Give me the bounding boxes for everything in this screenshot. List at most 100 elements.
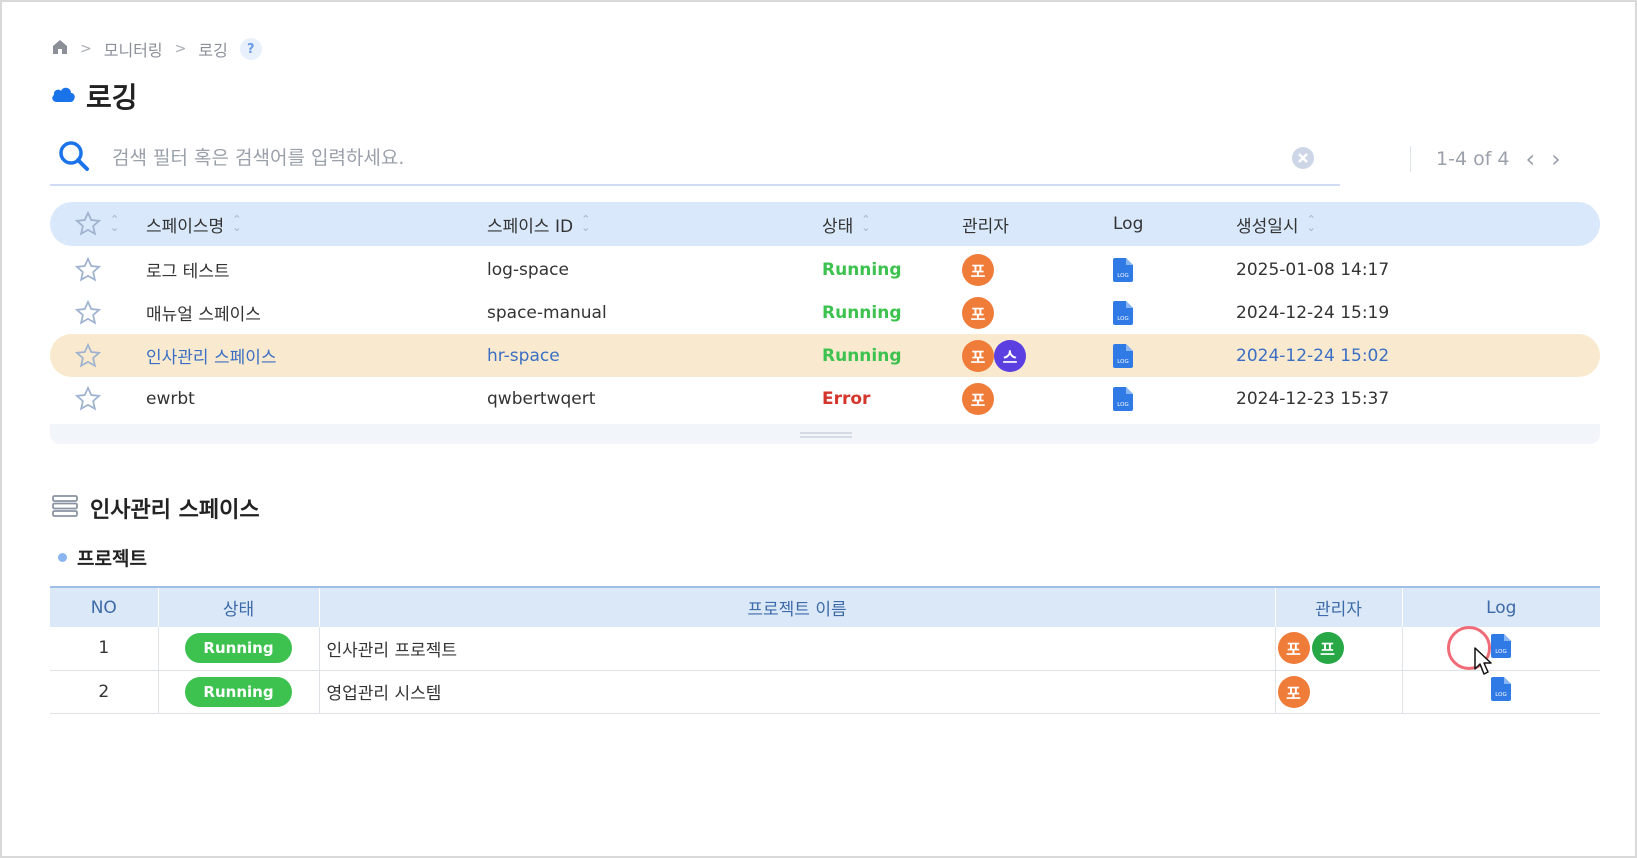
status-badge: Running <box>185 633 292 664</box>
header-admin: 관리자 <box>1275 586 1403 627</box>
space-id: space-manual <box>487 302 607 323</box>
sort-icon[interactable]: ⌃ ⌄ <box>861 214 870 233</box>
space-status: Error <box>822 388 871 409</box>
space-id: hr-space <box>487 345 560 366</box>
space-name[interactable]: ewrbt <box>146 377 195 420</box>
created-at: 2024-12-23 15:37 <box>1236 388 1390 409</box>
space-table: ⌃ ⌄ 스페이스명 ⌃ ⌄ 스페이스 ID ⌃ ⌄ 상태 ⌃ ⌄ 관리자 Log 생성일… <box>50 202 1600 444</box>
svg-text:LOG: LOG <box>1117 316 1128 322</box>
prev-page-button[interactable]: ‹ <box>1526 145 1536 173</box>
header-no: NO <box>50 586 159 627</box>
avatar[interactable]: 프 <box>1311 632 1344 665</box>
sort-icon[interactable]: ⌃ ⌄ <box>1307 214 1316 233</box>
svg-text:LOG: LOG <box>1496 649 1507 655</box>
avatar[interactable]: 포 <box>962 339 994 372</box>
table-row[interactable]: 2 Running 영업관리 시스템 포 LOG <box>50 670 1600 714</box>
table-row[interactable]: ewrbt qwbertwqert Error 포 LOG 2024-12-23… <box>50 377 1600 420</box>
project-name[interactable]: 인사관리 프로젝트 <box>319 627 1276 671</box>
header-project-name: 프로젝트 이름 <box>319 586 1276 627</box>
log-cell: LOG <box>1402 626 1600 675</box>
log-file-icon[interactable]: LOG <box>1113 377 1133 420</box>
svg-text:LOG: LOG <box>1117 273 1128 279</box>
star-icon[interactable] <box>74 334 102 377</box>
column-header-status[interactable]: 상태 ⌃ ⌄ <box>822 202 871 246</box>
next-page-button[interactable]: › <box>1551 145 1561 173</box>
avatar[interactable]: 포 <box>1277 675 1310 708</box>
space-table-header: ⌃ ⌄ 스페이스명 ⌃ ⌄ 스페이스 ID ⌃ ⌄ 상태 ⌃ ⌄ 관리자 Log 생성일… <box>50 202 1600 246</box>
clear-icon[interactable] <box>1290 145 1316 175</box>
app-frame: > 모니터링 > 로깅 ? 로깅 1-4 of 4 ‹ › ⌃⌄ <box>0 0 1637 858</box>
pager: 1-4 of 4 ‹ › <box>1412 142 1561 176</box>
page-title-row: 로깅 <box>50 76 138 116</box>
sort-icon[interactable]: ⌃ ⌄ <box>581 214 590 233</box>
created-at: 2024-12-24 15:19 <box>1236 302 1390 323</box>
header-id-label: 스페이스 ID <box>487 216 574 237</box>
space-status: Running <box>822 302 902 323</box>
log-file-icon[interactable]: LOG <box>1491 677 1512 706</box>
table-row[interactable]: 1 Running 인사관리 프로젝트 포 프 LOG <box>50 626 1600 675</box>
page-title: 로깅 <box>86 81 138 114</box>
admin-list: 포 <box>962 377 994 420</box>
search-input[interactable] <box>112 147 1212 169</box>
column-header-log: Log <box>1113 202 1143 246</box>
breadcrumb-item-monitoring[interactable]: 모니터링 <box>104 37 163 61</box>
header-log-label: Log <box>1113 214 1144 234</box>
header-status-label: 상태 <box>822 216 854 237</box>
avatar[interactable]: 포 <box>962 296 994 329</box>
table-row-selected[interactable]: 인사관리 스페이스 hr-space Running 포 스 LOG 2024-… <box>50 334 1600 377</box>
star-icon[interactable] <box>74 248 102 291</box>
log-file-icon[interactable]: LOG <box>1113 291 1133 334</box>
help-icon[interactable]: ? <box>239 38 262 60</box>
project-name[interactable]: 영업관리 시스템 <box>319 670 1276 714</box>
chevron-right-icon: > <box>80 41 92 57</box>
detail-title-row: 인사관리 스페이스 <box>52 492 260 524</box>
cloud-icon <box>50 85 76 107</box>
table-row[interactable]: 매뉴얼 스페이스 space-manual Running 포 LOG 2024… <box>50 291 1600 334</box>
avatar[interactable]: 포 <box>962 253 994 286</box>
admin-cell: 포 프 <box>1275 627 1403 671</box>
space-name[interactable]: 매뉴얼 스페이스 <box>146 291 261 334</box>
avatar[interactable]: 스 <box>994 339 1026 372</box>
column-header-created[interactable]: 생성일시 ⌃ ⌄ <box>1236 202 1316 246</box>
table-row[interactable]: 로그 테스트 log-space Running 포 LOG 2025-01-0… <box>50 248 1600 291</box>
search-icon[interactable] <box>58 140 90 176</box>
favorite-header[interactable]: ⌃ ⌄ <box>74 202 119 246</box>
header-name-label: 스페이스명 <box>146 216 225 237</box>
resize-handle[interactable] <box>800 432 852 438</box>
svg-text:LOG: LOG <box>1496 692 1507 698</box>
log-file-icon[interactable]: LOG <box>1113 248 1133 291</box>
project-table: NO 상태 프로젝트 이름 관리자 Log 1 Running 인사관리 프로젝… <box>50 586 1600 714</box>
column-header-name[interactable]: 스페이스명 ⌃ ⌄ <box>146 202 241 246</box>
avatar[interactable]: 포 <box>962 382 994 415</box>
cursor-icon <box>1473 647 1494 682</box>
created-at: 2024-12-24 15:02 <box>1236 345 1390 366</box>
project-status-cell: Running <box>158 670 320 714</box>
breadcrumb-item-logging[interactable]: 로깅 <box>198 37 227 61</box>
column-header-id[interactable]: 스페이스 ID ⌃ ⌄ <box>487 202 590 246</box>
header-log: Log <box>1402 586 1600 627</box>
status-badge: Running <box>185 676 292 707</box>
pager-range: 1-4 of 4 <box>1436 148 1510 170</box>
space-id: log-space <box>487 259 569 280</box>
log-file-icon[interactable]: LOG <box>1491 633 1512 663</box>
detail-title: 인사관리 스페이스 <box>90 498 260 523</box>
svg-text:LOG: LOG <box>1117 402 1128 408</box>
svg-text:LOG: LOG <box>1117 359 1128 365</box>
sort-icon[interactable]: ⌃ ⌄ <box>232 214 241 233</box>
project-no: 1 <box>50 627 159 671</box>
project-table-header: NO 상태 프로젝트 이름 관리자 Log <box>50 586 1600 627</box>
star-icon[interactable] <box>74 377 102 420</box>
sort-icon[interactable]: ⌃ ⌄ <box>110 214 119 233</box>
search-bar <box>50 132 1340 186</box>
star-icon[interactable] <box>74 291 102 334</box>
space-name[interactable]: 로그 테스트 <box>146 248 230 291</box>
section-title: 프로젝트 <box>77 548 147 570</box>
space-name[interactable]: 인사관리 스페이스 <box>146 334 277 377</box>
home-icon[interactable] <box>52 39 68 59</box>
avatar[interactable]: 포 <box>1277 632 1310 665</box>
created-at: 2025-01-08 14:17 <box>1236 259 1390 280</box>
log-file-icon[interactable]: LOG <box>1113 334 1133 377</box>
space-status: Running <box>822 259 902 280</box>
project-no: 2 <box>50 670 159 714</box>
bullet-dot <box>58 553 67 562</box>
